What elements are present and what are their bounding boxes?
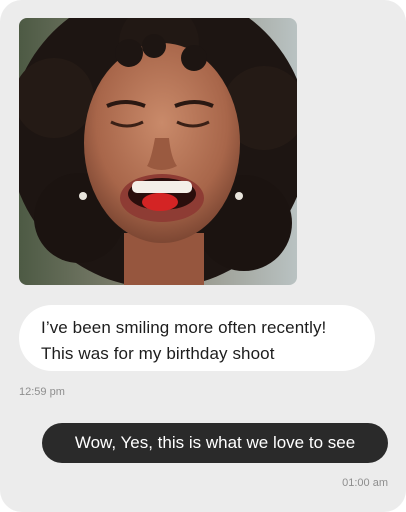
smiling-woman-photo <box>19 18 297 285</box>
outgoing-message-bubble[interactable]: Wow, Yes, this is what we love to see <box>42 423 388 463</box>
chat-thread: I’ve been smiling more often recently! T… <box>0 0 406 512</box>
incoming-message-line: This was for my birthday shoot <box>41 344 275 363</box>
incoming-message-line: I’ve been smiling more often recently! <box>41 318 327 337</box>
incoming-timestamp: 12:59 pm <box>19 386 65 398</box>
incoming-message-bubble[interactable]: I’ve been smiling more often recently! T… <box>19 305 375 371</box>
photo-message[interactable] <box>19 18 297 285</box>
outgoing-timestamp: 01:00 am <box>342 477 388 489</box>
